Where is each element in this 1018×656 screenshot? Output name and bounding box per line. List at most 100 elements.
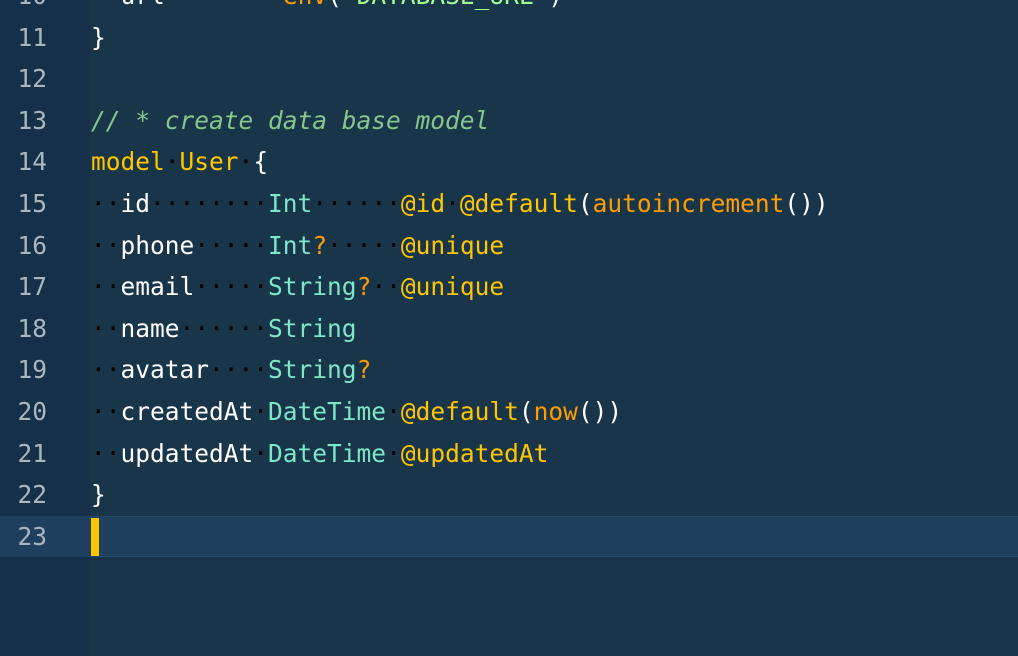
line-number: 11 (17, 22, 47, 52)
token-brace: } (91, 22, 106, 52)
token-ws: ······ (179, 313, 269, 343)
token-ws: ·· (371, 272, 401, 302)
line-content: ··createdAt·DateTime·@default(now()) (91, 391, 622, 433)
token-type: DateTime (268, 438, 387, 468)
token-field: avatar (120, 355, 210, 385)
token-func: env (283, 0, 327, 10)
token-ws: ······ (312, 189, 401, 218)
code-line-18[interactable]: 18 ··name······String (0, 308, 1018, 350)
token-opt: ? (356, 355, 372, 385)
token-punct: ( (577, 189, 593, 218)
code-line-22[interactable]: 22} (0, 474, 1018, 516)
line-number: 10 (0, 0, 47, 17)
token-ws: ·· (91, 0, 121, 10)
line-content: ··phone·····Int?·····@unique (91, 225, 504, 267)
code-line-23[interactable]: 23 (0, 515, 1018, 558)
code-line-12[interactable]: 12 (0, 58, 1018, 100)
line-number: 14 (17, 147, 47, 177)
code-line-15[interactable]: 15 ··id········Int······@id·@default(auto… (0, 183, 1018, 225)
token-opt: = (253, 0, 283, 10)
code-line-16[interactable]: 16 ··phone·····Int?·····@unique (0, 225, 1018, 267)
token-ws: · (445, 189, 460, 218)
line-number: 13 (17, 105, 47, 135)
token-field: name (120, 313, 180, 343)
token-field: id (120, 189, 151, 218)
token-ws: ·· (91, 438, 121, 468)
line-number: 16 (17, 230, 47, 260)
token-func: now (533, 397, 578, 426)
line-content: ··name······String (91, 308, 357, 350)
token-ws: · (238, 147, 254, 177)
token-punct: ) (548, 0, 563, 10)
token-field: url (121, 0, 165, 10)
code-line-19[interactable]: 19 ··avatar····String? (0, 349, 1018, 391)
line-content: ··url······= env("DATABASE_URL") (91, 0, 563, 17)
code-line-11[interactable]: 11} (0, 17, 1018, 59)
token-ws: ······ (165, 0, 254, 10)
token-type: String (268, 355, 357, 385)
token-str: "DATABASE_URL" (342, 0, 549, 10)
code-area[interactable]: 10··url······= env("DATABASE_URL")11}121… (0, 0, 1018, 656)
token-punct: ()) (577, 397, 623, 426)
token-attr: @default (400, 397, 519, 426)
token-punct: ( (518, 397, 534, 426)
token-type: String (268, 272, 357, 302)
line-number: 23 (17, 521, 47, 551)
line-number: 21 (17, 438, 47, 468)
text-cursor (91, 517, 99, 556)
token-opt: ? (312, 230, 328, 260)
token-type: String (268, 313, 357, 343)
token-ws: · (386, 438, 401, 468)
token-ws: ·· (91, 189, 121, 218)
line-content: ··email·····String?··@unique (91, 266, 504, 308)
token-ws: ········ (150, 189, 269, 218)
line-content: ··avatar····String? (91, 349, 371, 391)
token-attr: @unique (400, 272, 505, 302)
token-ws: · (386, 397, 401, 426)
token-type: Int (268, 189, 313, 218)
token-ws: ···· (209, 355, 269, 385)
token-comment: // * create data base model (91, 105, 490, 135)
token-keyword: model (91, 147, 165, 177)
line-content: // * create data base model (91, 100, 489, 142)
line-content: ··id········Int······@id·@default(autoin… (91, 183, 829, 225)
line-number: 17 (17, 272, 47, 302)
code-line-21[interactable]: 21 ··updatedAt·DateTime·@updatedAt (0, 433, 1018, 475)
token-attr: @id (400, 189, 446, 218)
token-attr: @default (459, 189, 578, 218)
token-ws: ····· (327, 230, 401, 260)
token-punct: ()) (784, 189, 829, 218)
token-brace: } (91, 480, 106, 510)
token-ws: ·· (91, 355, 121, 385)
token-punct: ( (327, 0, 342, 10)
code-line-13[interactable]: 13 // * create data base model (0, 100, 1018, 142)
token-ws: · (253, 397, 269, 426)
token-brace: { (253, 147, 269, 177)
line-number: 20 (17, 397, 47, 426)
line-number: 15 (17, 189, 47, 218)
token-ws: · (164, 147, 180, 177)
line-number: 12 (17, 64, 47, 94)
line-number: 18 (17, 313, 47, 343)
token-field: updatedAt (120, 438, 254, 468)
code-line-10[interactable]: 10 ··url······= env("DATABASE_URL") (0, 0, 1018, 17)
token-ws: ·· (91, 272, 121, 302)
token-ws: · (253, 438, 269, 468)
line-number: 22 (17, 480, 47, 510)
token-ws: ····· (194, 230, 269, 260)
line-content: model·User·{ (91, 141, 268, 183)
token-ws: ·· (91, 397, 121, 426)
token-field: createdAt (120, 397, 254, 426)
token-ws: ·· (91, 230, 121, 260)
line-content: } (91, 474, 106, 516)
code-line-17[interactable]: 17 ··email·····String?··@unique (0, 266, 1018, 308)
code-line-14[interactable]: 14 model·User·{ (0, 141, 1018, 183)
token-type: Int (268, 230, 313, 260)
code-line-20[interactable]: 20 ··createdAt·DateTime·@default(now()) (0, 391, 1018, 433)
line-number: 19 (17, 355, 47, 385)
line-content: ··updatedAt·DateTime·@updatedAt (91, 433, 548, 475)
token-model: User (179, 147, 239, 177)
code-editor[interactable]: 10··url······= env("DATABASE_URL")11}121… (0, 0, 1018, 656)
token-field: email (120, 272, 195, 302)
token-ws: ····· (194, 272, 269, 302)
